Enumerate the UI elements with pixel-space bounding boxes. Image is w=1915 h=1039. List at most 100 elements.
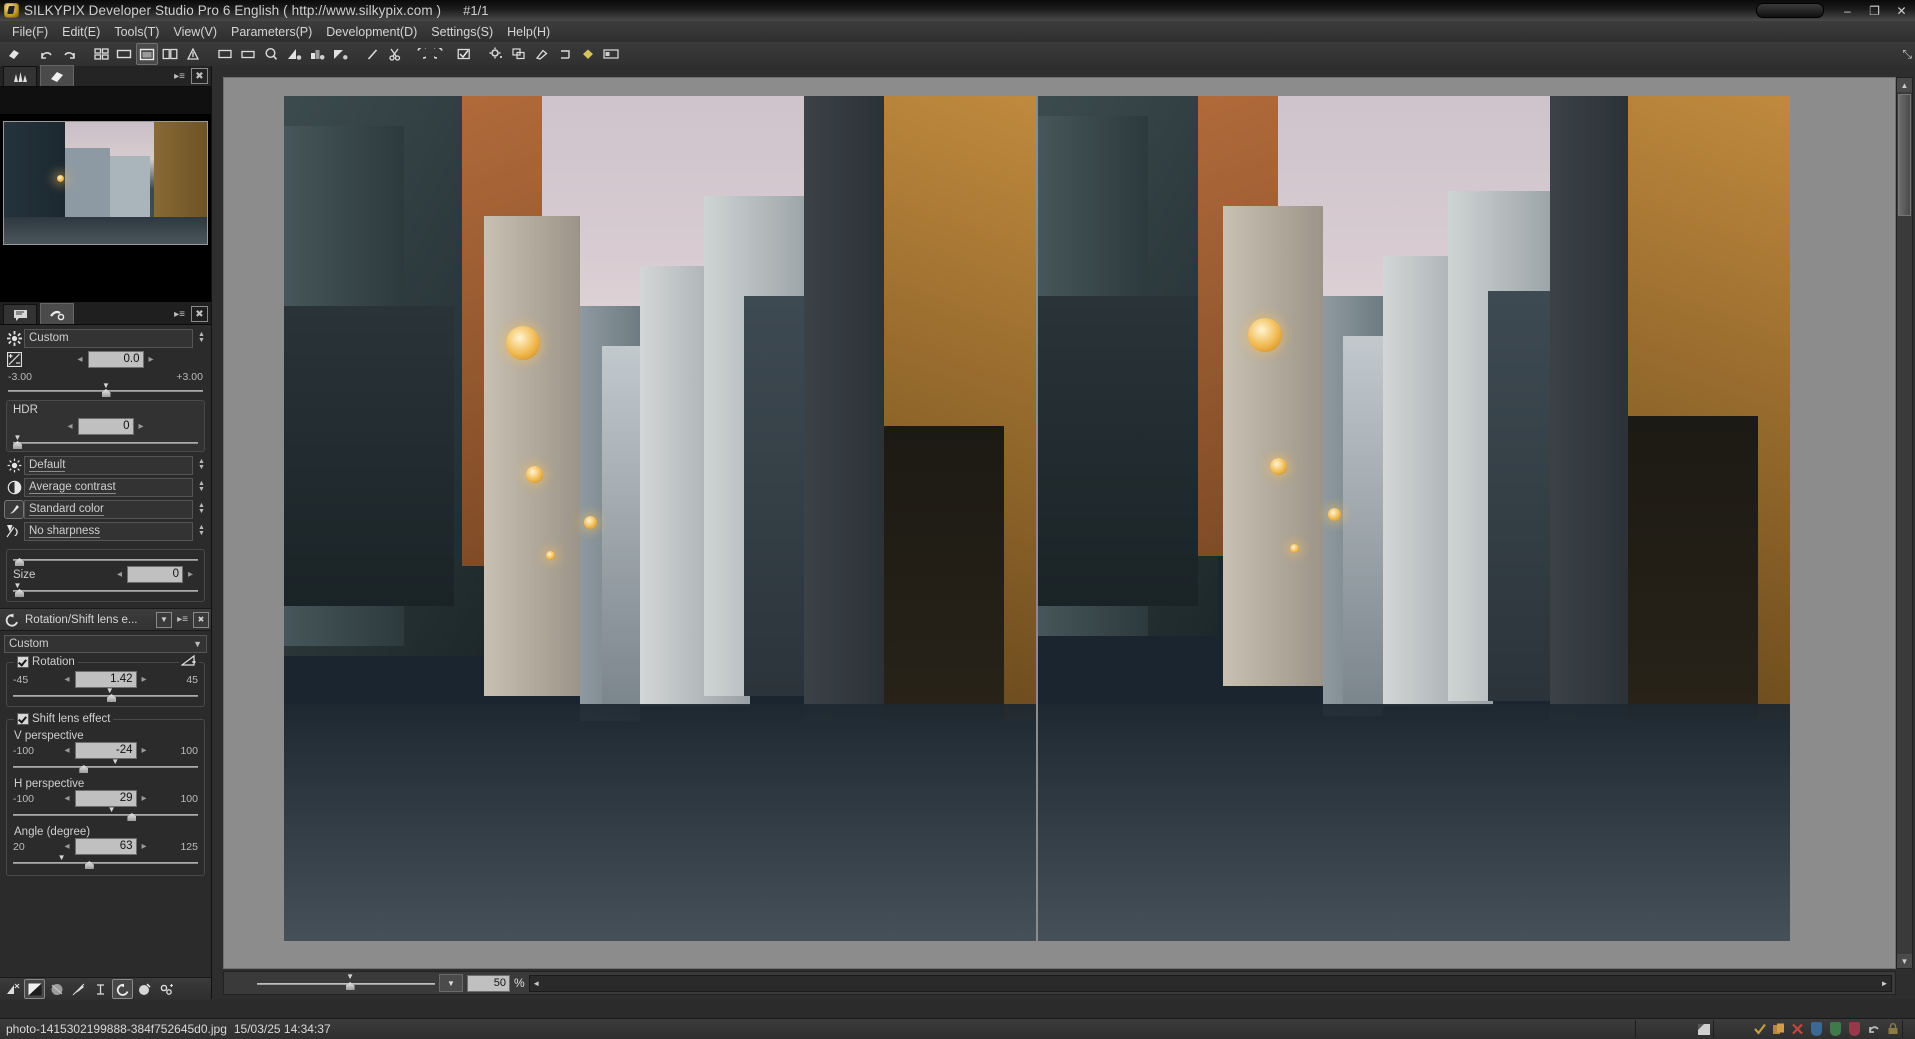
- section-menu-icon[interactable]: ▸≡: [175, 613, 190, 627]
- tab-histogram[interactable]: [3, 66, 37, 86]
- full-screen-preview-icon[interactable]: [214, 43, 236, 65]
- preview-image-left[interactable]: [284, 96, 1036, 941]
- menu-help[interactable]: Help(H): [500, 23, 557, 41]
- zoom-preset-chevron-down-icon[interactable]: ▼: [439, 974, 463, 992]
- scroll-right-button[interactable]: ►: [1878, 979, 1891, 988]
- contrast-select[interactable]: Average contrast: [24, 477, 193, 497]
- v-perspective-increment[interactable]: ▸: [137, 745, 152, 756]
- red-tag-icon[interactable]: [1845, 1020, 1864, 1038]
- v-perspective-decrement[interactable]: ◂: [59, 745, 74, 756]
- rotation-increment[interactable]: ▸: [137, 674, 152, 685]
- thumbnail-preview[interactable]: [0, 115, 211, 250]
- accept-check-icon[interactable]: [1750, 1020, 1769, 1038]
- undo-icon[interactable]: [35, 43, 57, 65]
- viewer-vertical-scrollbar[interactable]: ▲ ▼: [1896, 77, 1913, 969]
- settings-gear-icon[interactable]: [485, 43, 507, 65]
- reject-cross-icon[interactable]: [1788, 1020, 1807, 1038]
- sharpness-select[interactable]: No sharpness: [24, 521, 193, 541]
- single-view-icon[interactable]: [113, 43, 135, 65]
- contrast-spinner[interactable]: ▲ ▼: [196, 480, 207, 493]
- lens-aberration-panel-icon[interactable]: [90, 979, 111, 999]
- close-button[interactable]: ✕: [1888, 0, 1915, 21]
- hdr-value[interactable]: 0: [77, 418, 134, 435]
- preview-window-icon[interactable]: [237, 43, 259, 65]
- taper-check-icon[interactable]: [453, 43, 475, 65]
- layout-icon[interactable]: [600, 43, 622, 65]
- rotation-decrement[interactable]: ◂: [59, 674, 74, 685]
- white-balance-select[interactable]: Default: [24, 455, 193, 475]
- horizontal-scrollbar[interactable]: ◄ ►: [528, 974, 1892, 992]
- size-increment[interactable]: ▸: [183, 569, 198, 580]
- h-perspective-decrement[interactable]: ◂: [59, 793, 74, 804]
- color-select[interactable]: Standard color: [24, 499, 193, 519]
- zoom-slider[interactable]: ▼: [257, 973, 435, 991]
- color-spinner[interactable]: ▲ ▼: [196, 502, 207, 515]
- taste-select[interactable]: Custom: [24, 328, 193, 348]
- menu-tools[interactable]: Tools(T): [107, 23, 166, 41]
- rotate-left-icon[interactable]: [407, 43, 429, 65]
- rotation-shift-icon[interactable]: [554, 43, 576, 65]
- angle-degree-increment[interactable]: ▸: [137, 841, 152, 852]
- taste-spinner[interactable]: ▲ ▼: [196, 331, 207, 344]
- white-balance-spinner[interactable]: ▲ ▼: [196, 458, 207, 471]
- white-balance-tool-icon[interactable]: [306, 43, 328, 65]
- lock-icon[interactable]: [1883, 1020, 1902, 1038]
- green-tag-icon[interactable]: [1826, 1020, 1845, 1038]
- hdr-increment[interactable]: ▸: [134, 421, 149, 432]
- exposure-panel-icon[interactable]: [2, 979, 23, 999]
- hdr-decrement[interactable]: ◂: [62, 421, 77, 432]
- scroll-down-button[interactable]: ▼: [1897, 954, 1912, 968]
- zoom-value[interactable]: 50: [467, 974, 510, 992]
- section-close-icon[interactable]: ✖: [193, 611, 209, 628]
- magnifier-icon[interactable]: [260, 43, 282, 65]
- angle-degree-decrement[interactable]: ◂: [59, 841, 74, 852]
- rating-flag-icon[interactable]: [1694, 1020, 1713, 1038]
- thumbnail-image[interactable]: [3, 120, 208, 245]
- h-perspective-value[interactable]: 29: [74, 790, 137, 807]
- tab-preview-thumb[interactable]: [40, 65, 74, 86]
- exposure-decrement[interactable]: ◂: [72, 354, 87, 365]
- tag-icon[interactable]: [577, 43, 599, 65]
- menu-parameters[interactable]: Parameters(P): [224, 23, 319, 41]
- chevron-down-icon[interactable]: ▼: [156, 611, 172, 628]
- redo-icon[interactable]: [58, 43, 80, 65]
- grid-view-icon[interactable]: [90, 43, 112, 65]
- rotation-preset-select[interactable]: Custom ▼: [4, 635, 207, 653]
- menu-edit[interactable]: Edit(E): [55, 23, 107, 41]
- menu-settings[interactable]: Settings(S): [424, 23, 500, 41]
- preview-image-right[interactable]: [1038, 96, 1790, 941]
- menu-view[interactable]: View(V): [166, 23, 224, 41]
- v-perspective-value[interactable]: -24: [74, 742, 137, 759]
- shift-lens-checkbox[interactable]: [17, 713, 29, 725]
- dodge-burn-panel-icon[interactable]: [134, 979, 155, 999]
- rotation-panel-icon[interactable]: [112, 979, 133, 999]
- spot-tool-icon[interactable]: [531, 43, 553, 65]
- batch-icon[interactable]: [508, 43, 530, 65]
- fit-view-icon[interactable]: [136, 43, 158, 65]
- thumbnail-grid-icon[interactable]: [3, 43, 25, 65]
- angle-degree-slider[interactable]: ▼: [13, 854, 198, 869]
- adjust-close-icon[interactable]: ✖: [191, 306, 208, 322]
- menu-development[interactable]: Development(D): [319, 23, 424, 41]
- compare-view-icon[interactable]: [159, 43, 181, 65]
- sharpness-spinner[interactable]: ▲ ▼: [196, 524, 207, 537]
- tone-tool-icon[interactable]: [329, 43, 351, 65]
- menu-file[interactable]: File(F): [5, 23, 55, 41]
- rotation-slider[interactable]: ▼: [13, 687, 198, 702]
- h-perspective-slider[interactable]: ▼: [13, 806, 198, 821]
- hdr-slider[interactable]: ▼: [13, 434, 198, 449]
- panel-close-icon[interactable]: ✖: [191, 68, 208, 84]
- adjust-menu-icon[interactable]: ▸≡: [172, 307, 187, 321]
- minimize-button[interactable]: –: [1834, 0, 1861, 21]
- scroll-left-button[interactable]: ◄: [530, 979, 543, 988]
- tone-curve-panel-icon[interactable]: [24, 979, 45, 999]
- panel-menu-icon[interactable]: ▸≡: [172, 69, 187, 83]
- image-canvas[interactable]: [223, 77, 1896, 969]
- toolbar-expand-button[interactable]: ⤡: [1902, 47, 1912, 62]
- exposure-slider[interactable]: ▼: [8, 382, 203, 397]
- exposure-tool-icon[interactable]: [283, 43, 305, 65]
- size-value[interactable]: 0: [126, 566, 183, 583]
- noise-upper-slider[interactable]: [13, 553, 198, 566]
- color-panel-icon[interactable]: [46, 979, 67, 999]
- rotation-preset-chevron-down-icon[interactable]: ▼: [193, 639, 202, 649]
